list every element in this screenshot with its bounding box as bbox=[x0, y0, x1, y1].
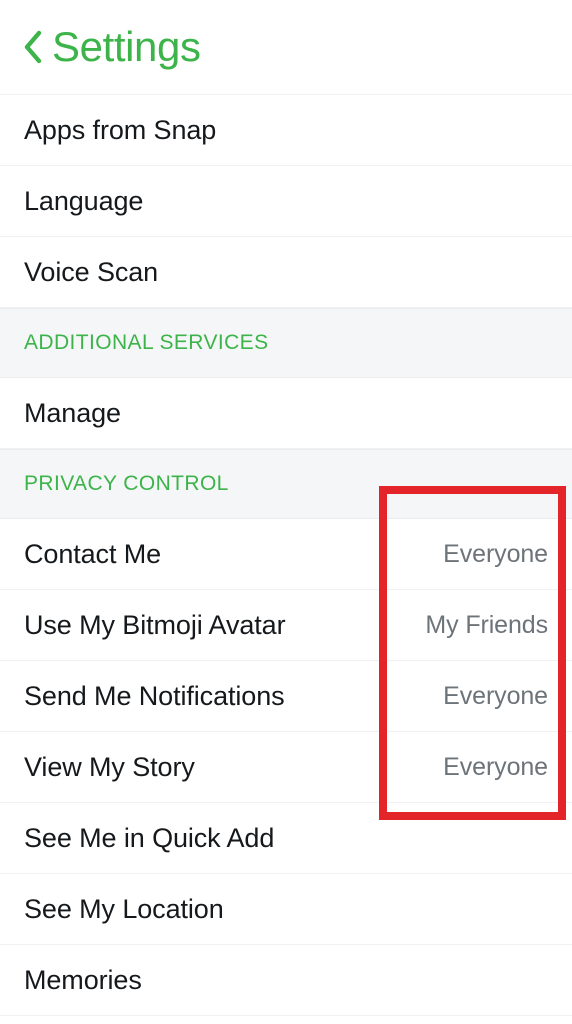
list-item-value: Everyone bbox=[443, 752, 548, 781]
section-header-label: ADDITIONAL SERVICES bbox=[24, 331, 269, 354]
chevron-left-icon[interactable] bbox=[20, 25, 46, 69]
list-item-value: My Friends bbox=[425, 610, 548, 639]
list-item-label: Contact Me bbox=[24, 538, 162, 569]
list-item-label: Send Me Notifications bbox=[24, 680, 285, 711]
page-title: Settings bbox=[52, 23, 201, 70]
list-item-value: Everyone bbox=[443, 539, 548, 568]
list-item-see-me-in-quick-add[interactable]: See Me in Quick Add bbox=[0, 803, 572, 874]
section-header-label: PRIVACY CONTROL bbox=[24, 472, 229, 495]
nav-header: Settings bbox=[0, 0, 572, 95]
section-header-privacy-control: PRIVACY CONTROL bbox=[0, 449, 572, 519]
list-item-label: See My Location bbox=[24, 893, 224, 924]
list-item-manage[interactable]: Manage bbox=[0, 378, 572, 449]
list-item-view-my-story[interactable]: View My Story Everyone bbox=[0, 732, 572, 803]
list-item-label: See Me in Quick Add bbox=[24, 822, 275, 853]
list-item-use-my-bitmoji-avatar[interactable]: Use My Bitmoji Avatar My Friends bbox=[0, 590, 572, 661]
list-item-memories[interactable]: Memories bbox=[0, 945, 572, 1016]
list-item-label: Voice Scan bbox=[24, 256, 159, 287]
list-item-label: View My Story bbox=[24, 751, 195, 782]
list-item-see-my-location[interactable]: See My Location bbox=[0, 874, 572, 945]
list-item-label: Use My Bitmoji Avatar bbox=[24, 609, 286, 640]
list-item-send-me-notifications[interactable]: Send Me Notifications Everyone bbox=[0, 661, 572, 732]
list-item-value: Everyone bbox=[443, 681, 548, 710]
section-header-additional-services: ADDITIONAL SERVICES bbox=[0, 308, 572, 378]
list-item-contact-me[interactable]: Contact Me Everyone bbox=[0, 519, 572, 590]
list-item-label: Apps from Snap bbox=[24, 114, 217, 145]
list-item-language[interactable]: Language bbox=[0, 166, 572, 237]
list-item-voice-scan[interactable]: Voice Scan bbox=[0, 237, 572, 308]
list-item-label: Manage bbox=[24, 397, 121, 428]
list-item-label: Memories bbox=[24, 964, 142, 995]
settings-screen: Settings Apps from Snap Language Voice S… bbox=[0, 0, 572, 1024]
list-item-label: Language bbox=[24, 185, 144, 216]
list-item-apps-from-snap[interactable]: Apps from Snap bbox=[0, 95, 572, 166]
